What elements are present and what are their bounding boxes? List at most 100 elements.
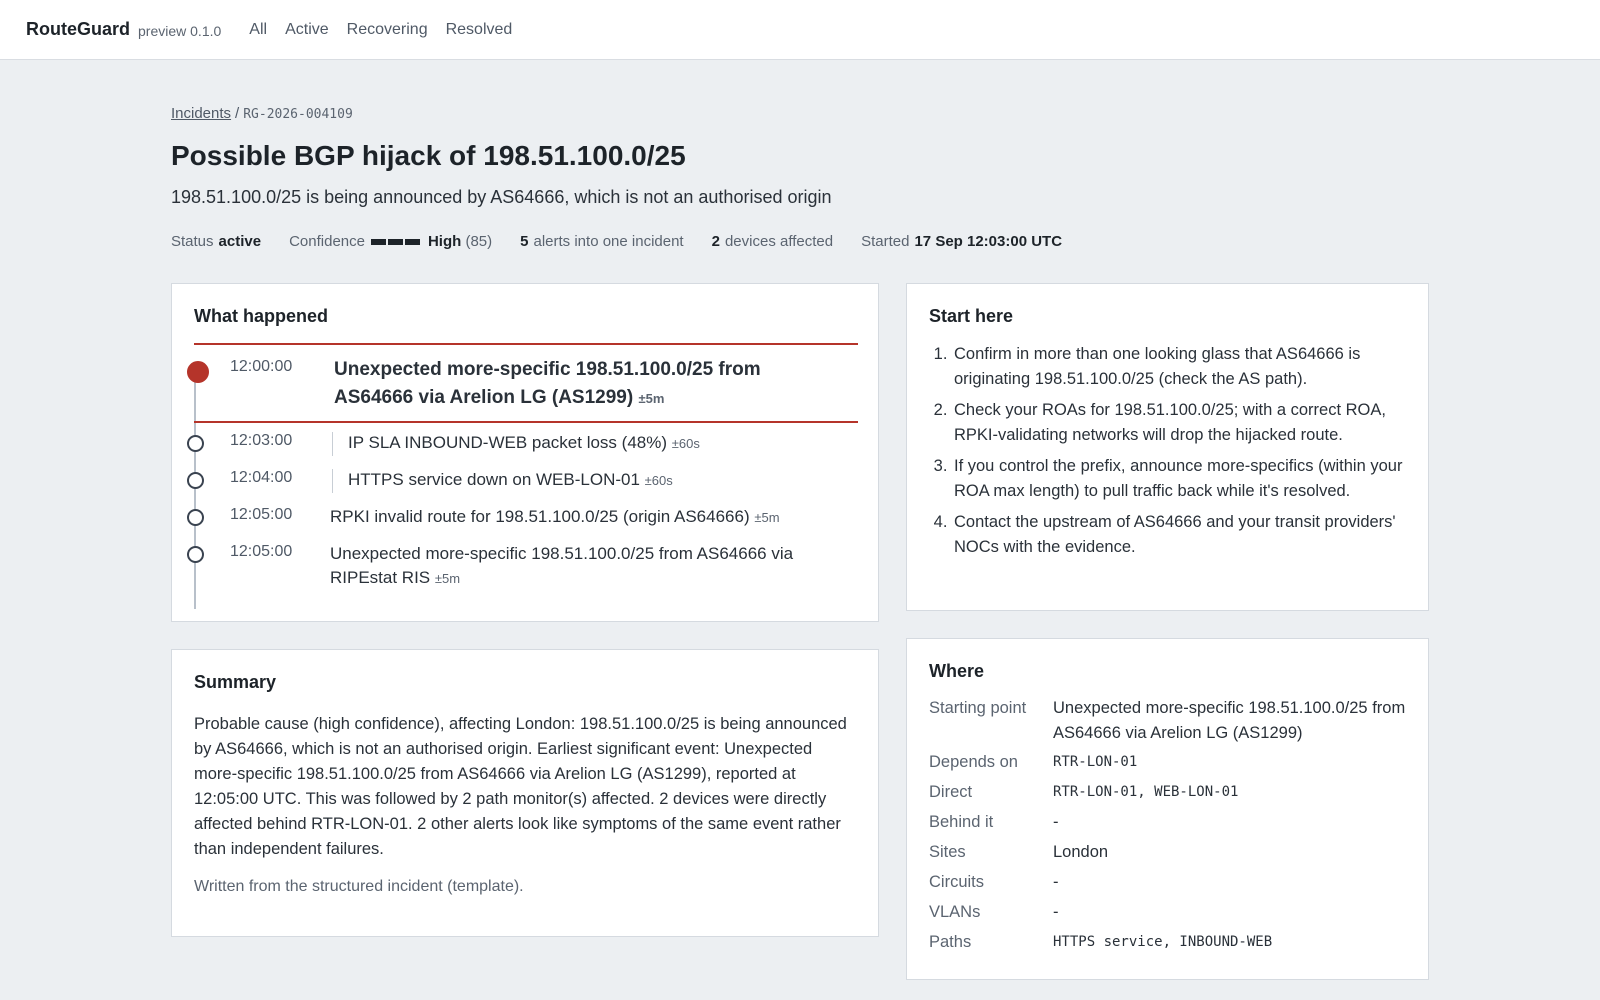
step-item: Check your ROAs for 198.51.100.0/25; wit… — [952, 398, 1412, 448]
event-time: 12:00:00 — [230, 358, 293, 375]
status-meta: Status active — [171, 233, 261, 250]
where-key: Sites — [929, 843, 966, 861]
event-text: IP SLA INBOUND-WEB packet loss (48%) ±60… — [348, 431, 700, 456]
where-value: - — [1053, 873, 1059, 891]
indent-marker — [332, 469, 333, 493]
indent-marker — [332, 432, 333, 456]
devices-meta: 2 devices affected — [712, 233, 833, 250]
where-key: Behind it — [929, 813, 994, 831]
timeline-event[interactable]: 12:05:00 Unexpected more-specific 198.51… — [172, 541, 878, 595]
event-time: 12:05:00 — [230, 543, 293, 560]
summary-card: Summary Probable cause (high confidence)… — [171, 649, 879, 937]
event-tolerance: ±60s — [644, 473, 673, 488]
where-card: Where Starting point Unexpected more-spe… — [906, 638, 1429, 980]
event-description: Unexpected more-specific 198.51.100.0/25… — [330, 544, 794, 587]
confidence-meta: Confidence High (85) — [289, 233, 492, 250]
where-value: HTTPS service, INBOUND-WEB — [1053, 934, 1273, 950]
main-nav: All Active Recovering Resolved — [249, 21, 530, 39]
where-value: London — [1053, 843, 1109, 861]
start-here-steps: Confirm in more than one looking glass t… — [952, 342, 1412, 566]
started-meta: Started 17 Sep 12:03:00 UTC — [861, 233, 1062, 250]
where-row-sites: Sites London — [929, 840, 1409, 865]
page-title: Possible BGP hijack of 198.51.100.0/25 — [171, 140, 686, 171]
timeline-event[interactable]: 12:04:00 HTTPS service down on WEB-LON-0… — [172, 467, 878, 497]
breadcrumb-separator: / — [235, 105, 240, 122]
confidence-label: Confidence — [289, 233, 365, 250]
event-tolerance: ±5m — [754, 510, 780, 525]
event-description: Unexpected more-specific 198.51.100.0/25… — [334, 359, 761, 408]
hollow-dot-icon — [187, 435, 204, 452]
summary-body: Probable cause (high confidence), affect… — [194, 715, 847, 858]
where-value: Unexpected more-specific 198.51.100.0/25… — [1053, 699, 1406, 742]
event-time: 12:03:00 — [230, 432, 293, 449]
where-row-vlans: VLANs - — [929, 900, 1409, 925]
summary-note: Written from the structured incident (te… — [194, 878, 524, 895]
where-row-behind-it: Behind it - — [929, 810, 1409, 835]
step-item: If you control the prefix, announce more… — [952, 454, 1412, 504]
where-value: - — [1053, 903, 1059, 921]
where-row-circuits: Circuits - — [929, 870, 1409, 895]
where-value: RTR-LON-01 — [1053, 754, 1138, 770]
devices-count: 2 — [711, 233, 720, 250]
step-item: Contact the upstream of AS64666 and your… — [952, 510, 1412, 560]
page-subtitle: 198.51.100.0/25 is being announced by AS… — [171, 187, 832, 207]
summary-heading: Summary — [194, 672, 277, 692]
event-time: 12:05:00 — [230, 506, 293, 523]
where-row-direct: Direct RTR-LON-01, WEB-LON-01 — [929, 780, 1409, 805]
hollow-dot-icon — [187, 472, 204, 489]
status-label: Status — [171, 233, 214, 250]
where-key: VLANs — [929, 903, 981, 921]
hollow-dot-icon — [187, 546, 204, 563]
event-text: HTTPS service down on WEB-LON-01 ±60s — [348, 468, 673, 493]
breadcrumb-incidents-link[interactable]: Incidents — [171, 105, 231, 122]
start-here-card: Start here Confirm in more than one look… — [906, 283, 1429, 611]
incident-id: RG-2026-004109 — [243, 107, 353, 122]
alerts-text: alerts into one incident — [533, 233, 684, 250]
where-row-depends-on: Depends on RTR-LON-01 — [929, 750, 1409, 775]
where-heading: Where — [929, 661, 985, 681]
started-label: Started — [861, 233, 910, 250]
alerts-count: 5 — [520, 233, 529, 250]
timeline-event-primary[interactable]: 12:00:00 Unexpected more-specific 198.51… — [187, 343, 858, 423]
confidence-bars-icon — [370, 238, 422, 245]
confidence-score: (85) — [465, 233, 493, 250]
where-key: Paths — [929, 933, 972, 951]
nav-resolved[interactable]: Resolved — [446, 21, 513, 39]
where-key: Depends on — [929, 753, 1018, 771]
breadcrumb: Incidents / RG-2026-004109 — [171, 105, 353, 122]
what-happened-heading: What happened — [194, 306, 328, 326]
brand-logo[interactable]: RouteGuard — [26, 19, 130, 40]
event-tolerance: ±60s — [671, 436, 700, 451]
nav-all[interactable]: All — [249, 21, 267, 39]
where-row-starting-point: Starting point Unexpected more-specific … — [929, 696, 1409, 746]
filled-dot-icon — [187, 361, 209, 383]
incident-meta: Status active Confidence High (85) 5 ale… — [171, 233, 1090, 250]
event-description: RPKI invalid route for 198.51.100.0/25 (… — [330, 507, 750, 526]
start-here-heading: Start here — [929, 306, 1014, 326]
where-value: RTR-LON-01, WEB-LON-01 — [1053, 784, 1239, 800]
where-key: Direct — [929, 783, 973, 801]
event-text: RPKI invalid route for 198.51.100.0/25 (… — [330, 505, 780, 530]
nav-active[interactable]: Active — [285, 21, 329, 39]
event-time: 12:04:00 — [230, 469, 293, 486]
nav-recovering[interactable]: Recovering — [347, 21, 428, 39]
confidence-value: High — [427, 233, 462, 250]
event-tolerance: ±5m — [434, 571, 461, 586]
timeline-event[interactable]: 12:03:00 IP SLA INBOUND-WEB packet loss … — [172, 430, 878, 460]
started-value: 17 Sep 12:03:00 UTC — [914, 233, 1063, 250]
event-description: IP SLA INBOUND-WEB packet loss (48%) — [348, 433, 668, 452]
top-bar: RouteGuard preview 0.1.0 All Active Reco… — [0, 0, 1600, 60]
event-text: Unexpected more-specific 198.51.100.0/25… — [330, 542, 830, 591]
devices-text: devices affected — [724, 233, 834, 250]
where-row-paths: Paths HTTPS service, INBOUND-WEB — [929, 930, 1409, 955]
alerts-meta: 5 alerts into one incident — [520, 233, 683, 250]
version-label: preview 0.1.0 — [138, 23, 222, 39]
step-item: Confirm in more than one looking glass t… — [952, 342, 1412, 392]
what-happened-card: What happened 12:00:00 Unexpected more-s… — [171, 283, 879, 622]
where-key: Circuits — [929, 873, 985, 891]
hollow-dot-icon — [187, 509, 204, 526]
event-tolerance: ±5m — [638, 391, 665, 406]
event-description: HTTPS service down on WEB-LON-01 — [348, 470, 640, 489]
timeline-event[interactable]: 12:05:00 RPKI invalid route for 198.51.1… — [172, 504, 878, 534]
event-text: Unexpected more-specific 198.51.100.0/25… — [334, 356, 834, 413]
